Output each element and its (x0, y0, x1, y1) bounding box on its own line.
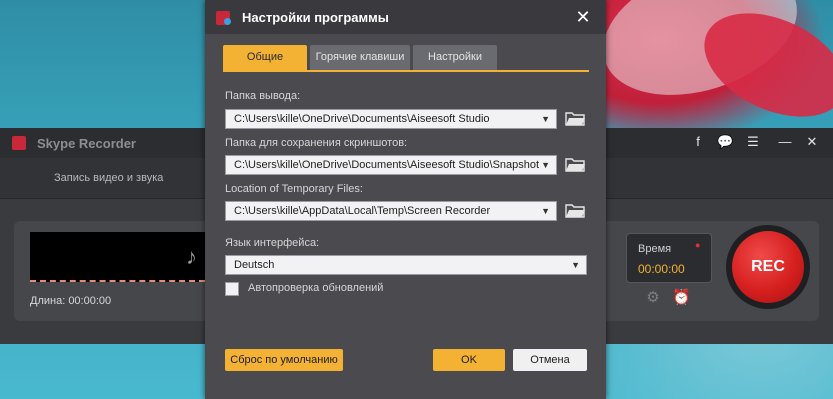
auto-update-checkbox[interactable] (225, 282, 239, 296)
tab-underline (223, 70, 589, 72)
facebook-icon[interactable]: f (690, 134, 706, 150)
app-logo-icon (216, 11, 231, 25)
screenshot-folder-value: C:\Users\kille\OneDrive\Documents\Aisees… (234, 159, 540, 171)
tab-general[interactable]: Общие (223, 45, 307, 70)
language-select[interactable]: Deutsch ▼ (225, 255, 587, 275)
close-icon[interactable]: ✕ (804, 134, 820, 150)
menu-icon[interactable]: ☰ (745, 134, 761, 150)
tab-hotkeys[interactable]: Горячие клавиши (310, 45, 410, 70)
duration-label: Длина: 00:00:00 (30, 295, 112, 307)
music-note-icon: ♪ (186, 244, 197, 269)
output-folder-label: Папка вывода: (225, 90, 301, 102)
audio-waveform (30, 232, 205, 282)
dialog-titlebar: Настройки программы ✕ (205, 0, 606, 34)
gear-icon[interactable]: ⚙ (645, 290, 661, 306)
app-logo (12, 136, 26, 150)
chat-icon[interactable]: 💬 (717, 134, 733, 150)
language-value: Deutsch (234, 259, 275, 271)
temp-folder-label: Location of Temporary Files: (225, 183, 363, 195)
chevron-down-icon: ▼ (541, 206, 550, 216)
cancel-button[interactable]: Отмена (513, 349, 587, 371)
screenshot-folder-select[interactable]: C:\Users\kille\OneDrive\Documents\Aisees… (225, 155, 557, 175)
rec-button[interactable]: REC (732, 231, 804, 303)
folder-icon[interactable] (565, 202, 585, 218)
alarm-icon[interactable]: ⏰ (672, 290, 691, 306)
reset-defaults-button[interactable]: Сброс по умолчанию (225, 349, 343, 371)
rec-button-ring: REC (726, 225, 810, 309)
dialog-title: Настройки программы (242, 10, 389, 25)
chevron-down-icon: ▼ (541, 114, 550, 124)
folder-icon[interactable] (565, 110, 585, 126)
tab-settings[interactable]: Настройки (413, 45, 497, 70)
chevron-down-icon: ▼ (541, 160, 550, 170)
settings-dialog: Настройки программы ✕ Общие Горячие клав… (205, 0, 606, 399)
close-icon[interactable]: ✕ (572, 6, 594, 28)
output-folder-value: C:\Users\kille\OneDrive\Documents\Aisees… (234, 113, 490, 125)
output-folder-select[interactable]: C:\Users\kille\OneDrive\Documents\Aisees… (225, 109, 557, 129)
ok-button[interactable]: OK (433, 349, 505, 371)
screenshot-folder-label: Папка для сохранения скриншотов: (225, 137, 408, 149)
minimize-icon[interactable]: — (777, 134, 793, 150)
auto-update-label: Автопроверка обновлений (248, 282, 384, 294)
tab-video-audio[interactable]: Запись видео и звука (54, 172, 163, 184)
time-value: 00:00:00 (638, 262, 685, 276)
language-label: Язык интерфейса: (225, 237, 320, 249)
chevron-down-icon: ▼ (571, 260, 580, 270)
record-dot-icon: ● (695, 240, 701, 250)
time-label: Время (638, 243, 672, 255)
timer-box[interactable]: Время ● 00:00:00 (626, 233, 712, 283)
app-name: Skype Recorder (37, 136, 136, 151)
temp-folder-value: C:\Users\kille\AppData\Local\Temp\Screen… (234, 205, 491, 217)
temp-folder-select[interactable]: C:\Users\kille\AppData\Local\Temp\Screen… (225, 201, 557, 221)
folder-icon[interactable] (565, 156, 585, 172)
